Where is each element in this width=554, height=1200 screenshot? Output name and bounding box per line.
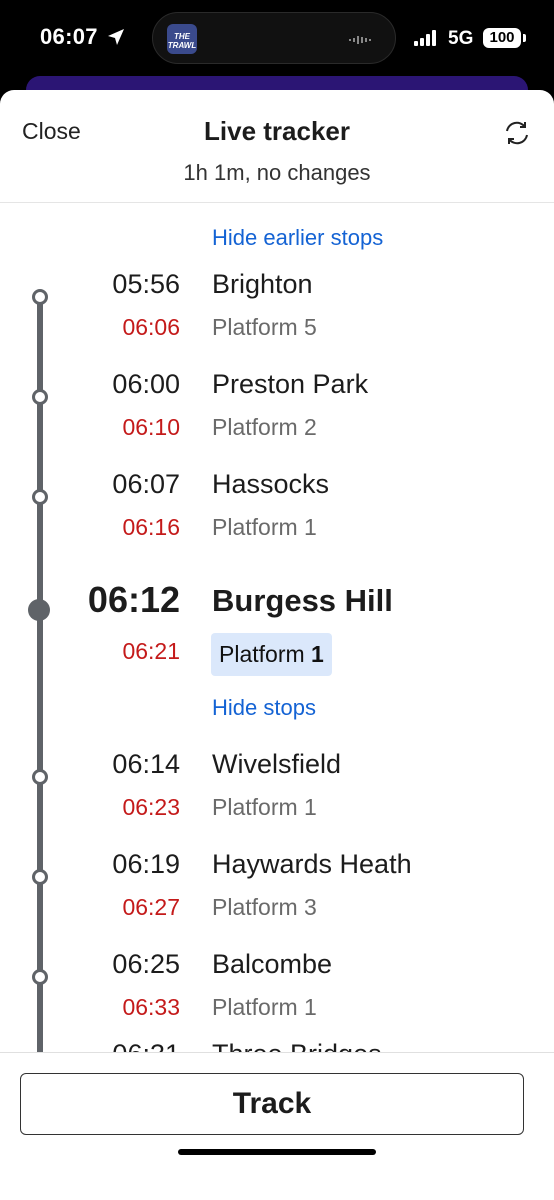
footer: Track bbox=[0, 1052, 554, 1200]
cellular-signal-icon bbox=[414, 30, 436, 46]
home-indicator[interactable] bbox=[178, 1149, 376, 1155]
battery-cap bbox=[523, 34, 526, 42]
live-tracker-sheet: Close Live tracker 1h 1m, no changes Hid… bbox=[0, 90, 554, 1200]
audio-wave-icon bbox=[349, 36, 371, 44]
sheet-title: Live tracker bbox=[204, 116, 350, 146]
journey-summary: 1h 1m, no changes bbox=[183, 160, 371, 185]
status-time: 06:07 bbox=[40, 24, 98, 49]
station-name: Balcombe bbox=[212, 949, 333, 979]
sheet-header: Close Live tracker 1h 1m, no changes bbox=[0, 90, 554, 203]
actual-time: 06:33 bbox=[122, 994, 180, 1020]
location-arrow-icon bbox=[108, 29, 124, 45]
stops-list-overflow: 06:25 Balcombe 06:33 Platform 1 06:31 Three … bbox=[0, 203, 554, 1052]
scheduled-time: 06:25 bbox=[112, 949, 180, 979]
dynamic-island[interactable]: THE TRAWL bbox=[152, 12, 396, 64]
thumbnail-text: THE TRAWL bbox=[167, 32, 197, 50]
scheduled-time: 06:31 bbox=[112, 1039, 180, 1052]
platform-label: Platform 1 bbox=[212, 994, 317, 1020]
track-button[interactable]: Track bbox=[20, 1073, 524, 1135]
network-type: 5G bbox=[448, 28, 474, 49]
refresh-icon[interactable] bbox=[502, 118, 532, 148]
station-name: Three Bridges bbox=[212, 1039, 382, 1052]
battery-icon: 100 bbox=[483, 28, 521, 48]
status-bar: 06:07 THE TRAWL 5G 100 bbox=[0, 0, 554, 80]
now-playing-thumbnail: THE TRAWL bbox=[167, 24, 197, 54]
